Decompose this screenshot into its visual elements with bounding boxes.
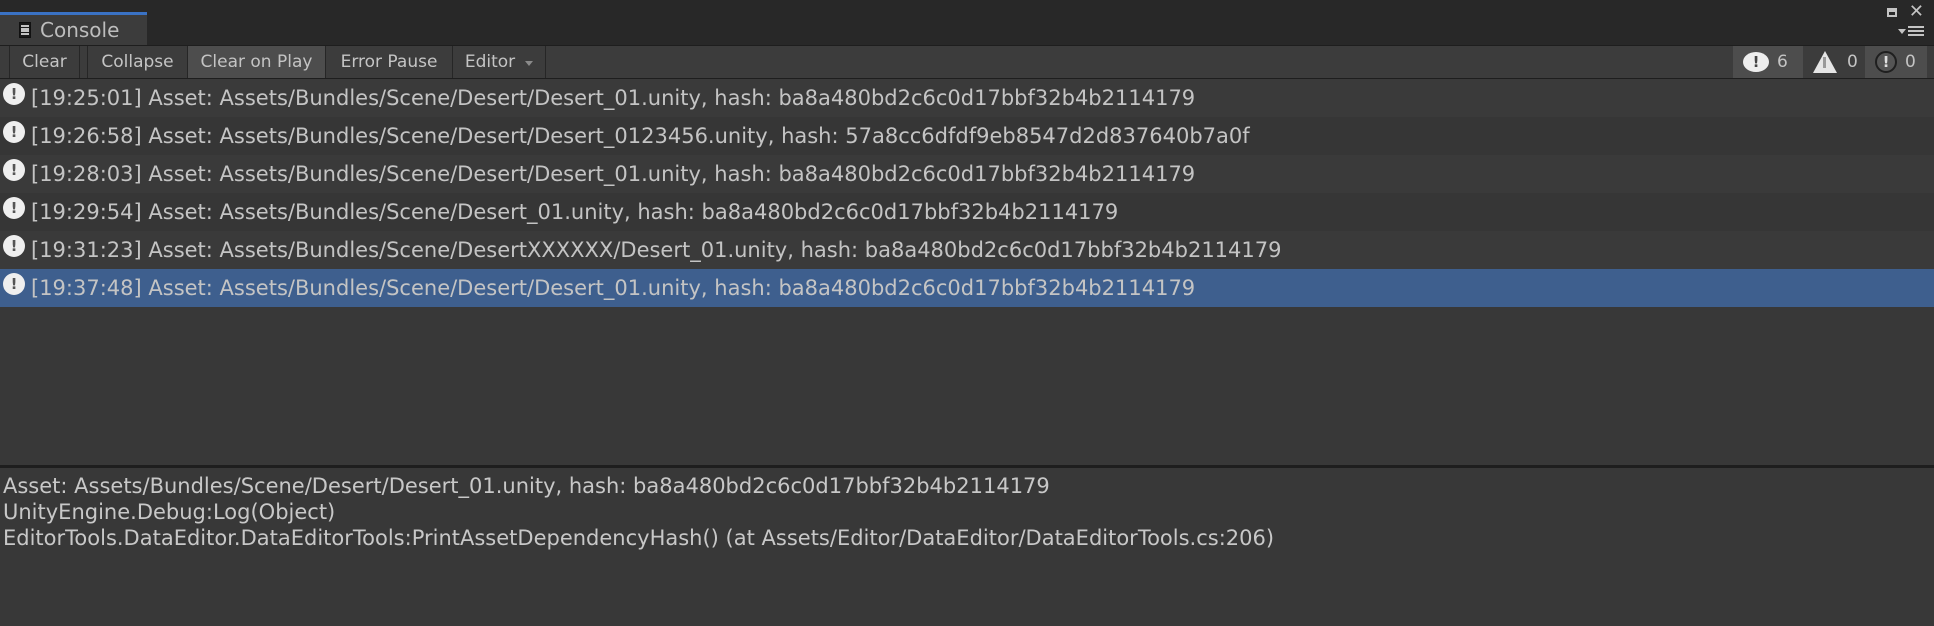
- log-time: [19:26:58]: [31, 124, 142, 148]
- info-icon: !: [3, 197, 25, 219]
- log-time: [19:31:23]: [31, 238, 142, 262]
- error-count: 0: [1905, 52, 1916, 72]
- log-count: 6: [1777, 52, 1788, 72]
- info-icon: !: [3, 273, 25, 295]
- log-time: [19:37:48]: [31, 276, 142, 300]
- editor-dropdown[interactable]: Editor: [453, 46, 546, 78]
- log-time: [19:25:01]: [31, 86, 142, 110]
- tab-label: Console: [40, 18, 120, 42]
- info-icon: !: [3, 121, 25, 143]
- tab-console[interactable]: Console: [0, 12, 147, 45]
- error-pause-toggle[interactable]: Error Pause: [326, 46, 453, 78]
- error-icon: !: [1875, 51, 1897, 73]
- log-entry[interactable]: ! [19:28:03] Asset: Assets/Bundles/Scene…: [0, 155, 1934, 193]
- log-detail-pane: Asset: Assets/Bundles/Scene/Desert/Deser…: [0, 468, 1934, 626]
- console-icon: [19, 22, 31, 38]
- toolbar-spacer: [0, 46, 10, 78]
- log-message: Asset: Assets/Bundles/Scene/DesertXXXXXX…: [148, 238, 1282, 262]
- info-icon: !: [3, 83, 25, 105]
- chevron-down-icon: [525, 61, 534, 66]
- log-time: [19:29:54]: [31, 200, 142, 224]
- collapse-button[interactable]: Collapse: [88, 46, 188, 78]
- info-icon: !: [3, 235, 25, 257]
- log-entry[interactable]: ! [19:26:58] Asset: Assets/Bundles/Scene…: [0, 117, 1934, 155]
- error-count-toggle[interactable]: ! 0: [1865, 46, 1927, 78]
- maximize-icon[interactable]: [1886, 7, 1897, 17]
- info-icon: !: [1743, 52, 1769, 72]
- log-message: Asset: Assets/Bundles/Scene/Desert_01.un…: [148, 200, 1119, 224]
- console-toolbar: Clear Collapse Clear on Play Error Pause…: [0, 45, 1934, 79]
- warning-icon: [1813, 51, 1837, 73]
- warning-count-toggle[interactable]: 0: [1803, 46, 1865, 78]
- log-message: Asset: Assets/Bundles/Scene/Desert/Deser…: [148, 86, 1196, 110]
- toolbar-separator: [80, 46, 88, 78]
- log-message: Asset: Assets/Bundles/Scene/Desert/Deser…: [148, 162, 1196, 186]
- warning-count: 0: [1847, 52, 1858, 72]
- log-time: [19:28:03]: [31, 162, 142, 186]
- log-message: Asset: Assets/Bundles/Scene/Desert/Deser…: [148, 124, 1250, 148]
- clear-on-play-toggle[interactable]: Clear on Play: [188, 46, 326, 78]
- stack-frame: UnityEngine.Debug:Log(Object): [3, 500, 336, 524]
- window-menu-icon[interactable]: [1898, 26, 1924, 36]
- log-entry[interactable]: ! [19:29:54] Asset: Assets/Bundles/Scene…: [0, 193, 1934, 231]
- log-entry[interactable]: ! [19:31:23] Asset: Assets/Bundles/Scene…: [0, 231, 1934, 269]
- tab-bar: Console ✕: [0, 0, 1934, 45]
- info-icon: !: [3, 159, 25, 181]
- log-entry-selected[interactable]: ! [19:37:48] Asset: Assets/Bundles/Scene…: [0, 269, 1934, 307]
- clear-button[interactable]: Clear: [10, 46, 80, 78]
- log-list[interactable]: ! [19:25:01] Asset: Assets/Bundles/Scene…: [0, 79, 1934, 465]
- editor-dropdown-label: Editor: [464, 52, 516, 72]
- log-entry[interactable]: ! [19:25:01] Asset: Assets/Bundles/Scene…: [0, 79, 1934, 117]
- log-count-toggle[interactable]: ! 6: [1733, 46, 1803, 78]
- close-icon[interactable]: ✕: [1909, 3, 1924, 21]
- stack-frame-link[interactable]: EditorTools.DataEditor.DataEditorTools:P…: [0, 525, 1934, 551]
- detail-message: Asset: Assets/Bundles/Scene/Desert/Deser…: [3, 474, 1050, 498]
- log-message: Asset: Assets/Bundles/Scene/Desert/Deser…: [148, 276, 1196, 300]
